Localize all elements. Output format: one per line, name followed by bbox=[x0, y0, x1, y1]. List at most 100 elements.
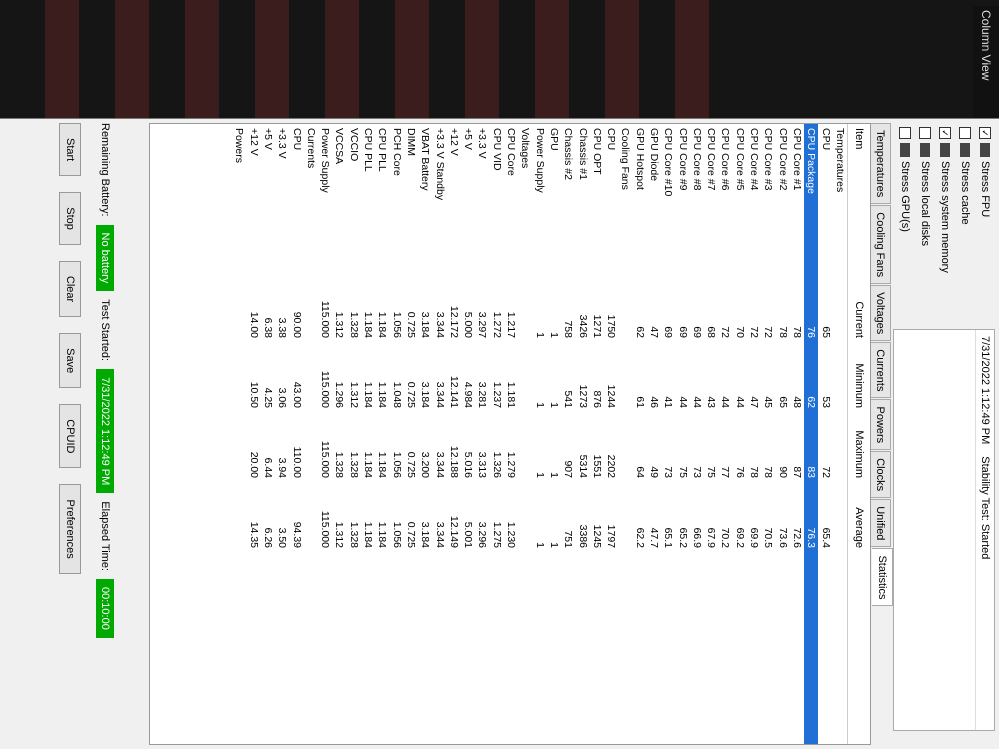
header-current[interactable]: Current bbox=[853, 274, 865, 344]
table-cell: Power Supply bbox=[319, 128, 332, 193]
table-cell: 2202 bbox=[605, 454, 618, 478]
table-header: Item Current Minimum Maximum Average bbox=[847, 124, 870, 744]
table-row[interactable]: GPU Diode 47 46 49 47.7 bbox=[647, 124, 661, 744]
table-cell: CPU Core #8 bbox=[690, 128, 703, 191]
table-cell: 44 bbox=[719, 396, 732, 408]
stress-option[interactable]: ✓ Stress FPU bbox=[975, 127, 995, 273]
table-row[interactable]: CPU Core #6 72 44 77 70.2 bbox=[718, 124, 732, 744]
table-cell: 45 bbox=[762, 396, 775, 408]
table-row[interactable]: CPU 1750 1244 2202 1797 bbox=[604, 124, 618, 744]
table-cell: 1.048 bbox=[390, 381, 403, 408]
table-row[interactable]: Chassis #1 3426 1273 5314 3386 bbox=[575, 124, 589, 744]
table-cell: 73 bbox=[690, 466, 703, 478]
checkbox-icon[interactable] bbox=[919, 127, 931, 139]
table-row[interactable]: CPU Core #4 72 47 78 69.9 bbox=[747, 124, 761, 744]
table-cell: +12 V bbox=[247, 128, 260, 156]
table-cell: 78 bbox=[748, 466, 761, 478]
tab-currents[interactable]: Currents bbox=[870, 342, 891, 399]
table-row[interactable]: CPU Core #8 69 44 73 66.9 bbox=[690, 124, 704, 744]
header-maximum[interactable]: Maximum bbox=[853, 414, 865, 484]
table-row[interactable]: +12 V 12.172 12.141 12.188 12.149 bbox=[447, 124, 461, 744]
table-row[interactable]: VCCIO 1.328 1.312 1.328 1.328 bbox=[347, 124, 361, 744]
table-row[interactable]: CPU Core #5 70 44 76 69.2 bbox=[733, 124, 747, 744]
tab-clocks[interactable]: Clocks bbox=[870, 451, 891, 499]
table-row[interactable]: PCH Core 1.056 1.048 1.056 1.056 bbox=[390, 124, 404, 744]
table-row[interactable]: +5 V 6.38 4.25 6.44 6.26 bbox=[261, 124, 275, 744]
tab-unified[interactable]: Unified bbox=[870, 499, 891, 548]
tab-statistics[interactable]: Statistics bbox=[872, 548, 893, 607]
stress-option[interactable]: ✓ Stress system memory bbox=[935, 127, 955, 273]
table-row[interactable]: Voltages bbox=[518, 124, 532, 744]
tab-cooling-fans[interactable]: Cooling Fans bbox=[870, 205, 891, 285]
table-row[interactable]: VBAT Battery 3.184 3.184 3.200 3.184 bbox=[418, 124, 432, 744]
header-minimum[interactable]: Minimum bbox=[853, 344, 865, 414]
checkbox-icon[interactable] bbox=[959, 127, 971, 139]
table-row[interactable]: CPU PLL 1.184 1.184 1.184 1.184 bbox=[375, 124, 389, 744]
table-cell: 62 bbox=[805, 396, 818, 408]
table-row[interactable]: CPU Core #7 68 43 75 67.9 bbox=[704, 124, 718, 744]
table-row[interactable]: CPU Core #3 72 45 78 70.5 bbox=[761, 124, 775, 744]
stress-option[interactable]: Stress GPU(s) bbox=[895, 127, 915, 273]
table-row[interactable]: GPU Hotspot 62 61 64 62.2 bbox=[633, 124, 647, 744]
table-row[interactable]: Temperatures bbox=[833, 124, 847, 744]
table-cell: +3.3 V bbox=[276, 128, 289, 159]
table-row[interactable]: CPU Core 1.217 1.181 1.279 1.230 bbox=[504, 124, 518, 744]
start-button[interactable]: Start bbox=[59, 123, 81, 177]
table-cell: 41 bbox=[662, 396, 675, 408]
clear-button[interactable]: Clear bbox=[59, 260, 81, 318]
save-button[interactable]: Save bbox=[59, 333, 81, 389]
checkbox-icon[interactable] bbox=[899, 127, 911, 139]
stop-button[interactable]: Stop bbox=[59, 192, 81, 245]
checkbox-icon[interactable]: ✓ bbox=[939, 127, 951, 139]
stress-option[interactable]: Stress local disks bbox=[915, 127, 935, 273]
table-body: Temperatures CPU 65 53 72 65.4 CPU Package 76 62… bbox=[232, 124, 847, 744]
checkbox-icon[interactable]: ✓ bbox=[979, 127, 991, 139]
table-cell: 69 bbox=[662, 326, 675, 338]
table-cell: Power Supply bbox=[533, 128, 546, 193]
cpuid-button[interactable]: CPUID bbox=[59, 404, 81, 469]
table-row[interactable]: Currents bbox=[304, 124, 318, 744]
table-row[interactable]: Power Supply 1 1 1 1 bbox=[532, 124, 546, 744]
table-row[interactable]: CPU OPT 1271 876 1551 1245 bbox=[590, 124, 604, 744]
table-row[interactable]: +3.3 V 3.38 3.06 3.94 3.50 bbox=[275, 124, 289, 744]
table-cell: 3.344 bbox=[433, 521, 446, 548]
table-row[interactable]: +5 V 5.000 4.984 5.016 5.001 bbox=[461, 124, 475, 744]
table-row[interactable]: +3.3 V 3.297 3.281 3.313 3.296 bbox=[475, 124, 489, 744]
table-cell: 90 bbox=[776, 466, 789, 478]
stress-option[interactable]: Stress cache bbox=[955, 127, 975, 273]
table-cell: 12.188 bbox=[447, 445, 460, 478]
table-row[interactable]: VCCSA 1.312 1.296 1.328 1.312 bbox=[332, 124, 346, 744]
table-row[interactable]: Chassis #2 758 541 907 751 bbox=[561, 124, 575, 744]
table-row[interactable]: +12 V 14.00 10.50 20.00 14.35 bbox=[247, 124, 261, 744]
strip-bar bbox=[45, 0, 79, 130]
header-item[interactable]: Item bbox=[853, 124, 865, 274]
table-row[interactable]: CPU Core #10 69 41 73 65.1 bbox=[661, 124, 675, 744]
tab-powers[interactable]: Powers bbox=[870, 399, 891, 451]
header-average[interactable]: Average bbox=[853, 484, 865, 554]
table-cell: CPU PLL bbox=[376, 128, 389, 172]
table-row[interactable]: CPU PLL 1.184 1.184 1.184 1.184 bbox=[361, 124, 375, 744]
table-cell: 72 bbox=[748, 326, 761, 338]
table-cell: 1.217 bbox=[505, 311, 518, 338]
table-row[interactable]: CPU Core #1 78 48 87 72.6 bbox=[790, 124, 804, 744]
preferences-button[interactable]: Preferences bbox=[59, 484, 81, 574]
table-row[interactable]: CPU 65 53 72 65.4 bbox=[818, 124, 832, 744]
table-cell: 70.2 bbox=[719, 527, 732, 548]
table-row[interactable]: +3.3 V Standby 3.344 3.344 3.344 3.344 bbox=[432, 124, 446, 744]
table-row[interactable]: CPU 90.00 43.00 110.00 94.39 bbox=[289, 124, 303, 744]
tab-temperatures[interactable]: Temperatures bbox=[870, 123, 891, 205]
table-cell: 87 bbox=[790, 466, 803, 478]
table-row[interactable]: GPU 1 1 1 1 bbox=[547, 124, 561, 744]
table-row[interactable]: Cooling Fans bbox=[618, 124, 632, 744]
table-row[interactable]: CPU Package 76 62 83 76.3 bbox=[804, 124, 819, 744]
table-row[interactable]: Powers bbox=[232, 124, 246, 744]
table-row[interactable]: Power Supply 115.000 115.000 115.000 115.000 bbox=[318, 124, 332, 744]
table-row[interactable]: CPU Core #9 69 44 75 65.2 bbox=[675, 124, 689, 744]
table-row[interactable]: CPU Core #2 78 65 90 73.6 bbox=[776, 124, 790, 744]
disk-icon bbox=[920, 143, 930, 157]
table-cell: 1 bbox=[547, 332, 560, 338]
tab-voltages[interactable]: Voltages bbox=[870, 285, 891, 342]
table-row[interactable]: CPU VID 1.272 1.237 1.326 1.275 bbox=[490, 124, 504, 744]
table-cell: 3.344 bbox=[433, 311, 446, 338]
table-row[interactable]: DIMM 0.725 0.725 0.725 0.725 bbox=[404, 124, 418, 744]
